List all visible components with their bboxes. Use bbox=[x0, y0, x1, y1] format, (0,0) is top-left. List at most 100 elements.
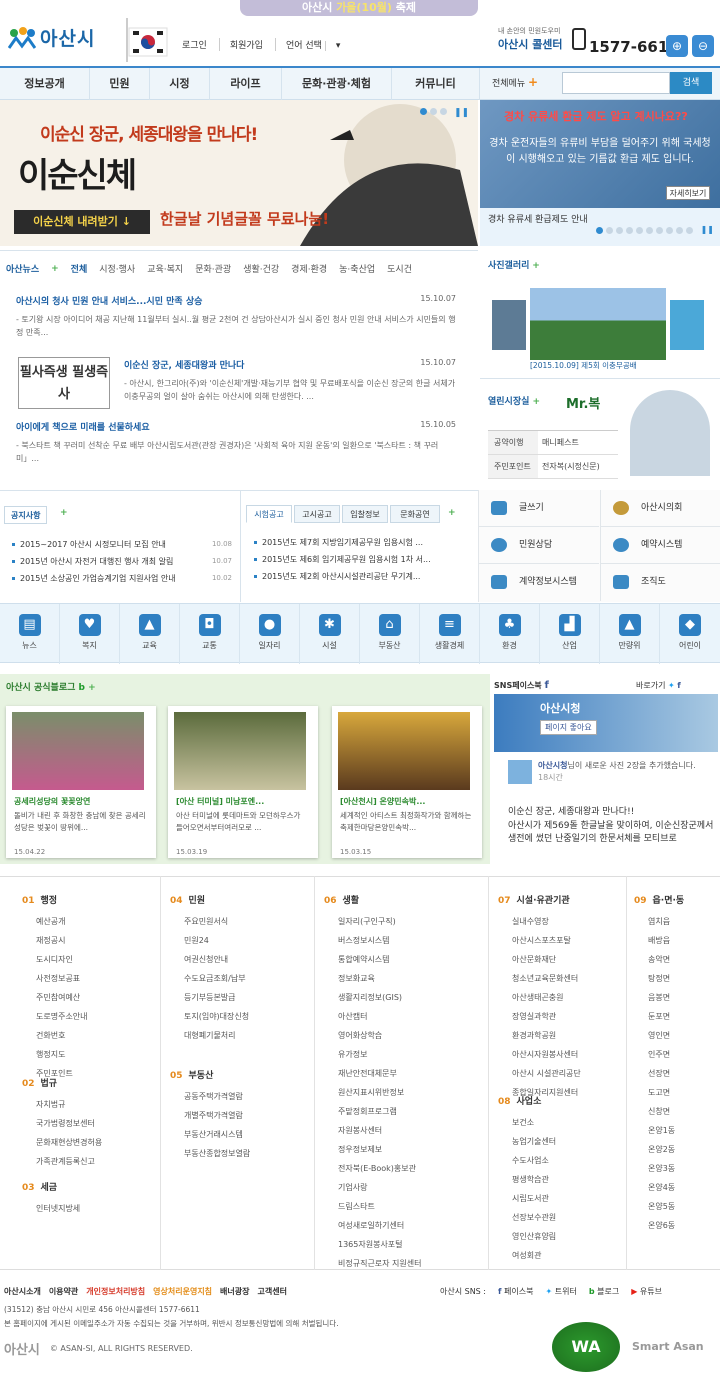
plus-icon[interactable]: + bbox=[88, 683, 96, 693]
accessibility-reset-icon[interactable]: ⊖ bbox=[692, 35, 714, 57]
page-dot[interactable] bbox=[440, 108, 447, 115]
plus-icon[interactable]: + bbox=[51, 264, 59, 274]
sitemap-link[interactable]: 일자리(구인구직) bbox=[324, 916, 422, 935]
sitemap-link[interactable]: 온양5동 bbox=[634, 1201, 684, 1220]
sitemap-link[interactable]: 예산공개 bbox=[22, 916, 88, 935]
sitemap-link[interactable]: 실내수영장 bbox=[498, 916, 581, 935]
sitemap-link[interactable]: 아산캠터 bbox=[324, 1011, 422, 1030]
sitemap-link[interactable]: 영어화상학습 bbox=[324, 1030, 422, 1049]
sitemap-link[interactable]: 온양2동 bbox=[634, 1144, 684, 1163]
nav-civil[interactable]: 민원 bbox=[90, 68, 150, 100]
sitemap-link[interactable]: 여권신청안내 bbox=[170, 954, 249, 973]
facebook-shortcut[interactable]: 바로가기 ✦ f bbox=[636, 680, 681, 691]
sitemap-link[interactable]: 온양1동 bbox=[634, 1125, 684, 1144]
language-select[interactable]: 언어 선택 ▾ bbox=[274, 38, 341, 51]
cat-education[interactable]: ▲ 교육 bbox=[120, 604, 180, 664]
gallery-prev-thumb[interactable] bbox=[492, 300, 526, 350]
web-accessibility-badge[interactable]: WA bbox=[552, 1322, 620, 1372]
cat-news[interactable]: ▤ 뉴스 bbox=[0, 604, 60, 664]
sitemap-link[interactable]: 정우정보제보 bbox=[324, 1144, 422, 1163]
cat-realestate[interactable]: ⌂ 부동산 bbox=[360, 604, 420, 664]
notice-tab[interactable]: 공지사항 bbox=[4, 506, 48, 524]
tab-performance[interactable]: 문화공연 bbox=[390, 505, 440, 523]
news-thumbnail[interactable]: 필사즉생 필생즉사 bbox=[18, 357, 110, 409]
sitemap-link[interactable]: 부동산거래시스템 bbox=[170, 1129, 250, 1148]
blog-card-title[interactable]: [아산천시] 온양민속박... bbox=[340, 796, 425, 807]
cat-economy[interactable]: ≡ 생활경제 bbox=[420, 604, 480, 664]
page-dot[interactable] bbox=[676, 227, 683, 234]
sitemap-link[interactable]: 염치읍 bbox=[634, 916, 684, 935]
sitemap-link[interactable]: 재난안전대체문부 bbox=[324, 1068, 422, 1087]
page-dot[interactable] bbox=[636, 227, 643, 234]
hero-pager[interactable] bbox=[420, 108, 447, 115]
mayor-row[interactable]: 주민포인트 전자복(시정신문) bbox=[488, 455, 618, 479]
cat-industry[interactable]: ▟ 산업 bbox=[540, 604, 600, 664]
page-dot[interactable] bbox=[606, 227, 613, 234]
footer-blog[interactable]: b 블로그 bbox=[589, 1286, 619, 1297]
search-input[interactable] bbox=[562, 72, 670, 94]
news-title[interactable]: 아이에게 책으로 미래를 선물하세요 bbox=[16, 420, 456, 433]
top-festival-banner[interactable]: 아산시 가을(10월) 축제 bbox=[240, 0, 478, 16]
sitemap-link[interactable]: 기업사랑 bbox=[324, 1182, 422, 1201]
quick-consult[interactable]: 민원상담 bbox=[479, 527, 599, 564]
notice-item[interactable]: 2015년 소상공인 가업승계기업 지원사업 안내 10.02 bbox=[10, 570, 232, 587]
facebook-cover[interactable] bbox=[494, 694, 718, 752]
sitemap-link[interactable]: 가족관계등록신고 bbox=[22, 1156, 102, 1175]
sitemap-link[interactable]: 도고면 bbox=[634, 1087, 684, 1106]
sitemap-link[interactable]: 도로명주소안내 bbox=[22, 1011, 88, 1030]
tab-agri[interactable]: 농·축산업 bbox=[339, 262, 375, 275]
blog-card[interactable]: [아산 터미널] 미남포엔... 아산 터미널에 롯데마트와 모던하우스가 들어… bbox=[168, 706, 318, 858]
sitemap-link[interactable]: 국가법령정보센터 bbox=[22, 1118, 102, 1137]
plus-icon[interactable]: + bbox=[448, 508, 456, 518]
sitemap-link[interactable]: 선장면 bbox=[634, 1068, 684, 1087]
quick-contract[interactable]: 계약정보시스템 bbox=[479, 564, 599, 601]
sitemap-link[interactable]: 신창면 bbox=[634, 1106, 684, 1125]
sitemap-link[interactable]: 버스정보시스템 bbox=[324, 935, 422, 954]
notice-item[interactable]: 2015년 아산시 자전거 대행진 행사 개최 알림 10.07 bbox=[10, 553, 232, 570]
cat-children[interactable]: ◆ 어린이 bbox=[660, 604, 720, 664]
sitemap-link[interactable]: 장영실과학관 bbox=[498, 1011, 581, 1030]
sitemap-link[interactable]: 농업기술센터 bbox=[498, 1136, 556, 1155]
footer-link-privacy[interactable]: 개인정보처리방침 bbox=[86, 1286, 145, 1297]
sitemap-link[interactable]: 문화재현상변경허용 bbox=[22, 1137, 102, 1156]
nav-culture[interactable]: 문화·관광·체험 bbox=[282, 68, 392, 100]
tab-culture[interactable]: 문화·관광 bbox=[195, 262, 231, 275]
nav-info[interactable]: 정보공개 bbox=[0, 68, 90, 100]
sitemap-link[interactable]: 개별주택가격열람 bbox=[170, 1110, 250, 1129]
quick-write[interactable]: 글쓰기 bbox=[479, 490, 599, 527]
sitemap-link[interactable]: 드림스타트 bbox=[324, 1201, 422, 1220]
recruit-item[interactable]: 2015년도 제2회 아산시시설관리공단 무기계... bbox=[252, 568, 470, 585]
footer-link[interactable]: 고객센터 bbox=[258, 1286, 287, 1297]
cat-jobs[interactable]: ● 일자리 bbox=[240, 604, 300, 664]
sitemap-link[interactable]: 아산생태곤충원 bbox=[498, 992, 581, 1011]
page-dot[interactable] bbox=[430, 108, 437, 115]
login-link[interactable]: 로그인 bbox=[182, 38, 207, 51]
plus-icon[interactable]: + bbox=[533, 397, 541, 407]
sitemap-link[interactable]: 수도요금조회/납부 bbox=[170, 973, 249, 992]
page-dot[interactable] bbox=[420, 108, 427, 115]
sitemap-link[interactable]: 통합예약시스템 bbox=[324, 954, 422, 973]
sitemap-link[interactable]: 행정지도 bbox=[22, 1049, 88, 1068]
gallery-next-thumb[interactable] bbox=[670, 300, 704, 350]
blog-card[interactable]: [아산천시] 온양민속박... 세계적인 아티스트 최정화작가와 함께하는 축제… bbox=[332, 706, 482, 858]
sitemap-link[interactable]: 온양4동 bbox=[634, 1182, 684, 1201]
nav-community[interactable]: 커뮤니티 bbox=[392, 68, 480, 100]
sitemap-link[interactable]: 보건소 bbox=[498, 1117, 556, 1136]
gallery-image[interactable] bbox=[530, 288, 666, 360]
pause-icon[interactable]: ❚❚ bbox=[454, 108, 469, 118]
news-item[interactable]: 이순신 장군, 세종대왕과 만나다 15.10.07 - 아산시, 한그리아(주… bbox=[124, 358, 456, 403]
side-pager[interactable] bbox=[596, 227, 693, 234]
footer-link[interactable]: 배너광장 bbox=[220, 1286, 249, 1297]
sitemap-link[interactable]: 자원봉사센터 bbox=[324, 1125, 422, 1144]
tab-bid[interactable]: 입찰정보 bbox=[342, 505, 388, 523]
footer-link[interactable]: 이용약관 bbox=[49, 1286, 78, 1297]
footer-link[interactable]: 영상처리운영지침 bbox=[153, 1286, 212, 1297]
sitemap-link[interactable]: 사전정보공표 bbox=[22, 973, 88, 992]
sitemap-link[interactable]: 선장보수관원 bbox=[498, 1212, 556, 1231]
page-dot[interactable] bbox=[626, 227, 633, 234]
tab-welfare[interactable]: 교육·복지 bbox=[147, 262, 183, 275]
site-logo[interactable]: 아산시 bbox=[8, 24, 95, 51]
nav-city[interactable]: 시정 bbox=[150, 68, 210, 100]
tab-notice[interactable]: 고시공고 bbox=[294, 505, 340, 523]
sitemap-link[interactable]: 대형폐기물처리 bbox=[170, 1030, 249, 1049]
